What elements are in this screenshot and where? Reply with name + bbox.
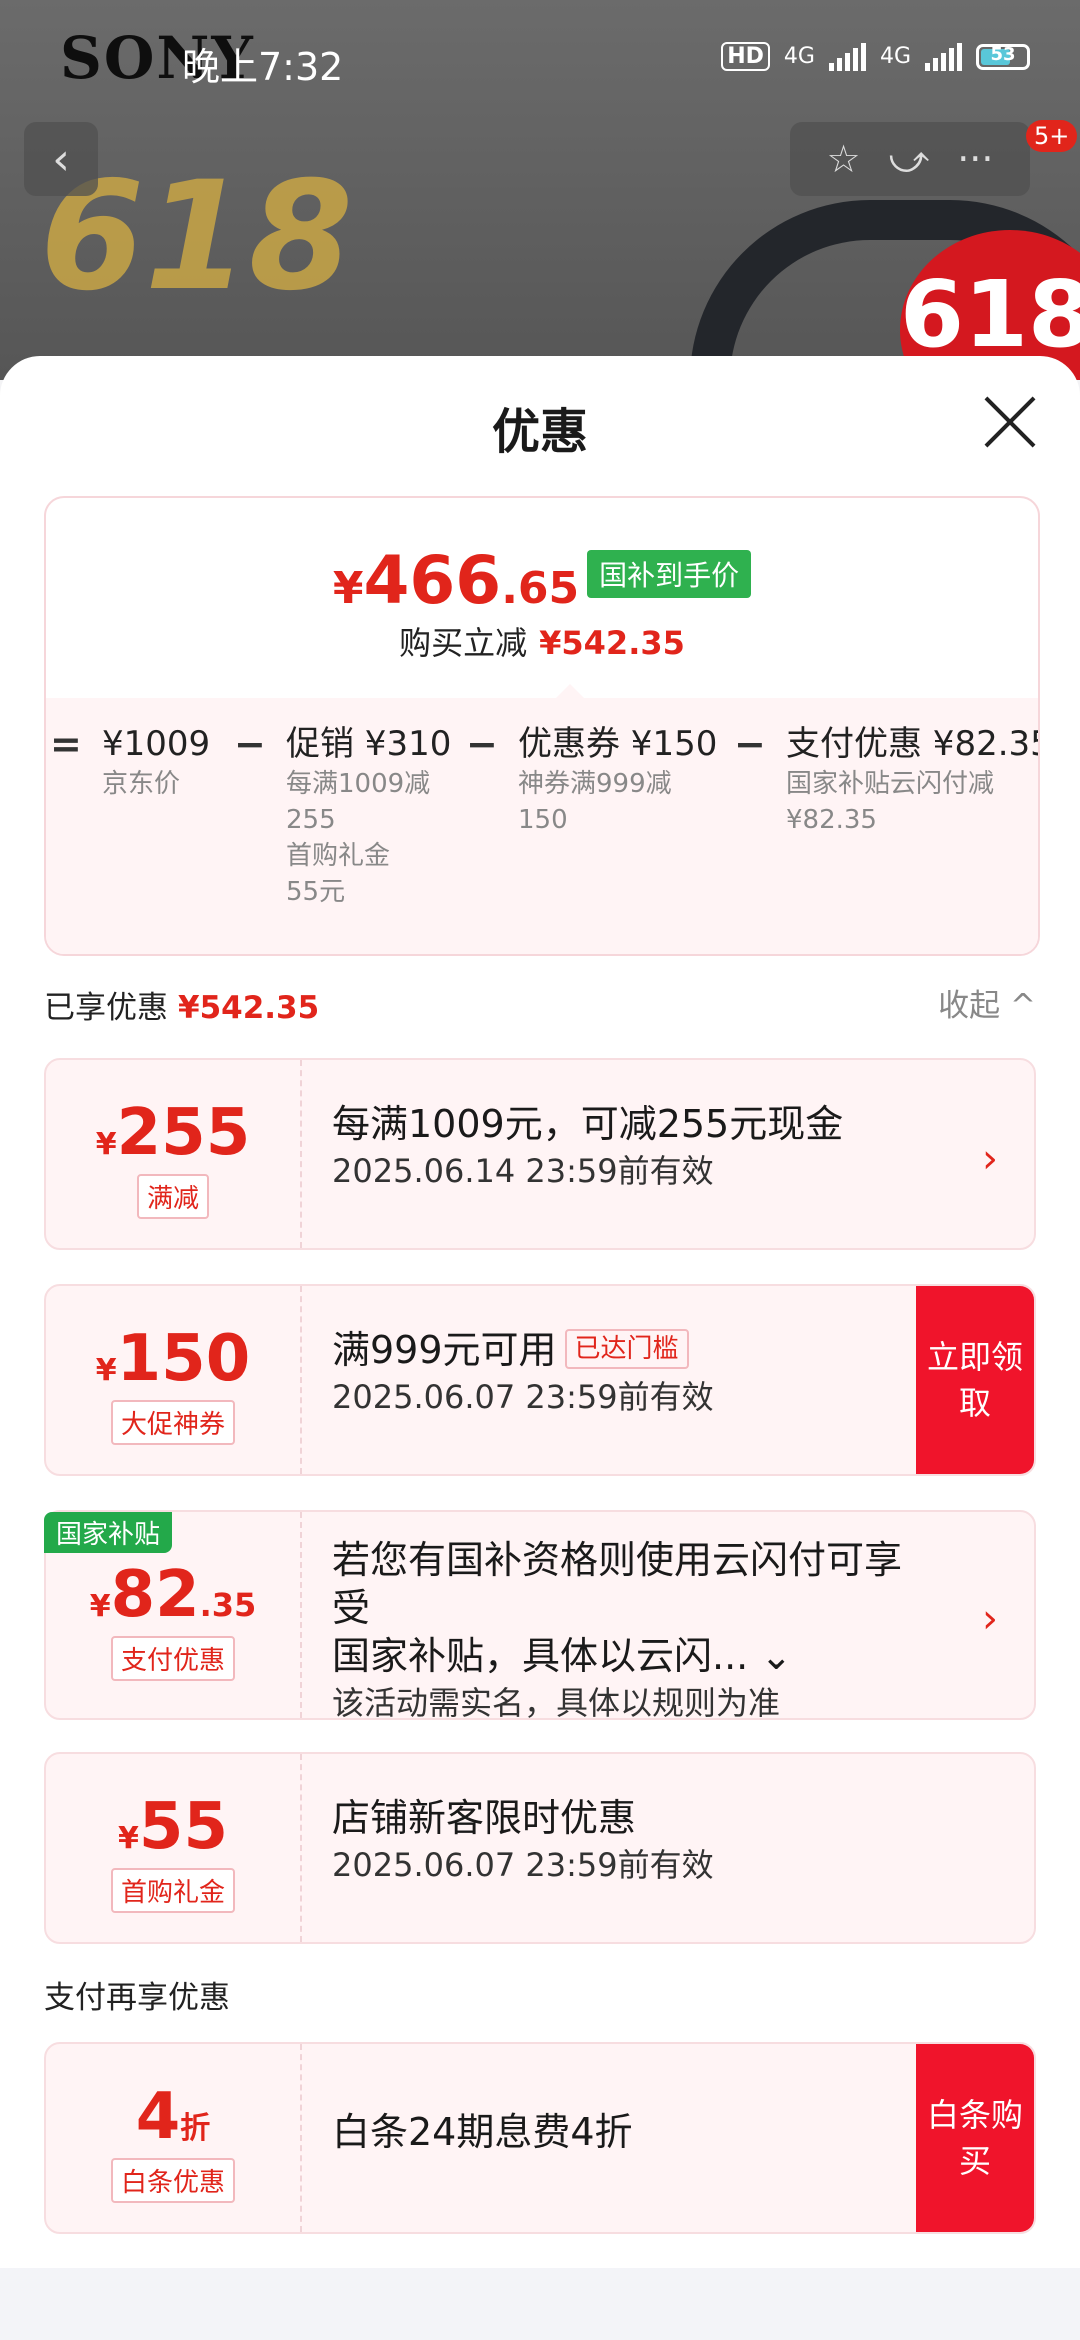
coupon-validity: 2025.06.07 23:59前有效	[332, 1846, 714, 1884]
coupon-validity: 2025.06.07 23:59前有效	[332, 1378, 714, 1416]
calc-op: =	[50, 722, 82, 766]
back-button[interactable]: ‹	[24, 122, 98, 196]
battery-icon: 53	[976, 43, 1030, 70]
calc-op: −	[234, 722, 266, 766]
collapse-toggle[interactable]: 收起 ^	[938, 980, 1036, 1025]
signal-icon-2	[925, 42, 962, 71]
coupon-mega-promo: ¥150 大促神券 满999元可用 已达门槛 2025.06.07 23:59前有…	[44, 1284, 1036, 1476]
sheet-title: 优惠	[491, 404, 588, 460]
coupon-type-label: 支付优惠	[110, 1636, 235, 1681]
price-summary: ¥466.65 国补到手价 购买立减 ¥542.35 = ¥1009 京东价 − 促…	[44, 496, 1040, 956]
coupon-title: 满999元可用	[332, 1328, 557, 1372]
network-label-1: 4G	[783, 44, 815, 69]
battery-level: 53	[990, 43, 1016, 65]
close-icon[interactable]	[982, 394, 1038, 450]
action-group: ☆ ⤻ ···	[790, 122, 1030, 196]
coupon-title: 店铺新客限时优惠	[332, 1796, 637, 1840]
chevron-right-icon: ›	[982, 1596, 998, 1642]
coupon-title-line2[interactable]: 国家补贴，具体以云闪... ⌄	[332, 1632, 904, 1680]
network-label-2: 4G	[879, 44, 911, 69]
status-time: 晚上7:32	[182, 45, 344, 89]
status-bar: 晚上7:32 HD 4G 4G 53	[0, 36, 1080, 89]
baitiao-buy-button[interactable]: 白条购买	[916, 2044, 1034, 2232]
calc-item-coupon: 优惠券 ¥150 神券满999减 150	[518, 724, 718, 835]
calc-item-jd-price: ¥1009 京东价	[102, 724, 211, 799]
pay-discount-label: 支付再享优惠	[44, 1980, 230, 2016]
coupon-note: 该活动需实名，具体以规则为准	[332, 1684, 781, 1720]
coupon-title: 每满1009元，可减255元现金	[332, 1102, 844, 1146]
discount-sheet: 优惠 ¥466.65 国补到手价 购买立减 ¥542.35 = ¥1009 京东价 …	[0, 356, 1080, 2340]
coupon-validity: 2025.06.14 23:59前有效	[332, 1152, 714, 1190]
coupon-type-label: 首购礼金	[110, 1868, 235, 1913]
signal-icon-1	[828, 42, 866, 71]
message-badge: 5+	[1026, 120, 1078, 152]
share-icon[interactable]: ⤻	[889, 137, 930, 182]
sheet-footer	[0, 2268, 1080, 2340]
enjoyed-discount-label: 已享优惠 ¥542.35	[44, 990, 320, 1026]
calc-op: −	[734, 722, 766, 766]
back-icon: ‹	[52, 133, 70, 185]
price-tag: 国补到手价	[587, 550, 752, 598]
threshold-tag: 已达门槛	[564, 1329, 689, 1369]
coupon-type-label: 满减	[136, 1174, 209, 1219]
claim-button[interactable]: 立即领取	[916, 1286, 1034, 1474]
gov-subsidy-tag: 国家补贴	[44, 1512, 173, 1553]
coupon-type-label: 白条优惠	[110, 2158, 235, 2203]
coupon-title: 若您有国补资格则使用云闪付可享受	[332, 1538, 903, 1630]
coupon-baitiao: 4折 白条优惠 白条24期息费4折 白条购买	[44, 2042, 1036, 2234]
coupon-payment[interactable]: ¥82.35 支付优惠 若您有国补资格则使用云闪付可享受 国家补贴，具体以云闪.…	[44, 1510, 1036, 1720]
coupon-type-label: 大促神券	[110, 1400, 235, 1445]
calc-item-promo: 促销 ¥310 每满1009减 255 首购礼金 55元	[286, 724, 452, 907]
final-price: ¥466.65 国补到手价	[46, 542, 1038, 619]
more-icon[interactable]: ···	[957, 137, 993, 181]
calc-item-payment: 支付优惠 ¥82.35 国家补贴云闪付减 ¥82.35	[786, 724, 1040, 835]
hd-icon: HD	[721, 42, 770, 71]
reduce-line: 购买立减 ¥542.35	[399, 624, 685, 662]
favorite-icon[interactable]: ☆	[827, 137, 861, 181]
coupon-title: 白条24期息费4折	[332, 2110, 633, 2154]
coupon-first-purchase: ¥55 首购礼金 店铺新客限时优惠 2025.06.07 23:59前有效	[44, 1752, 1036, 1944]
chevron-right-icon: ›	[982, 1136, 998, 1182]
coupon-full-reduction[interactable]: ¥255 满减 每满1009元，可减255元现金 2025.06.14 23:5…	[44, 1058, 1036, 1250]
calc-op: −	[466, 722, 498, 766]
